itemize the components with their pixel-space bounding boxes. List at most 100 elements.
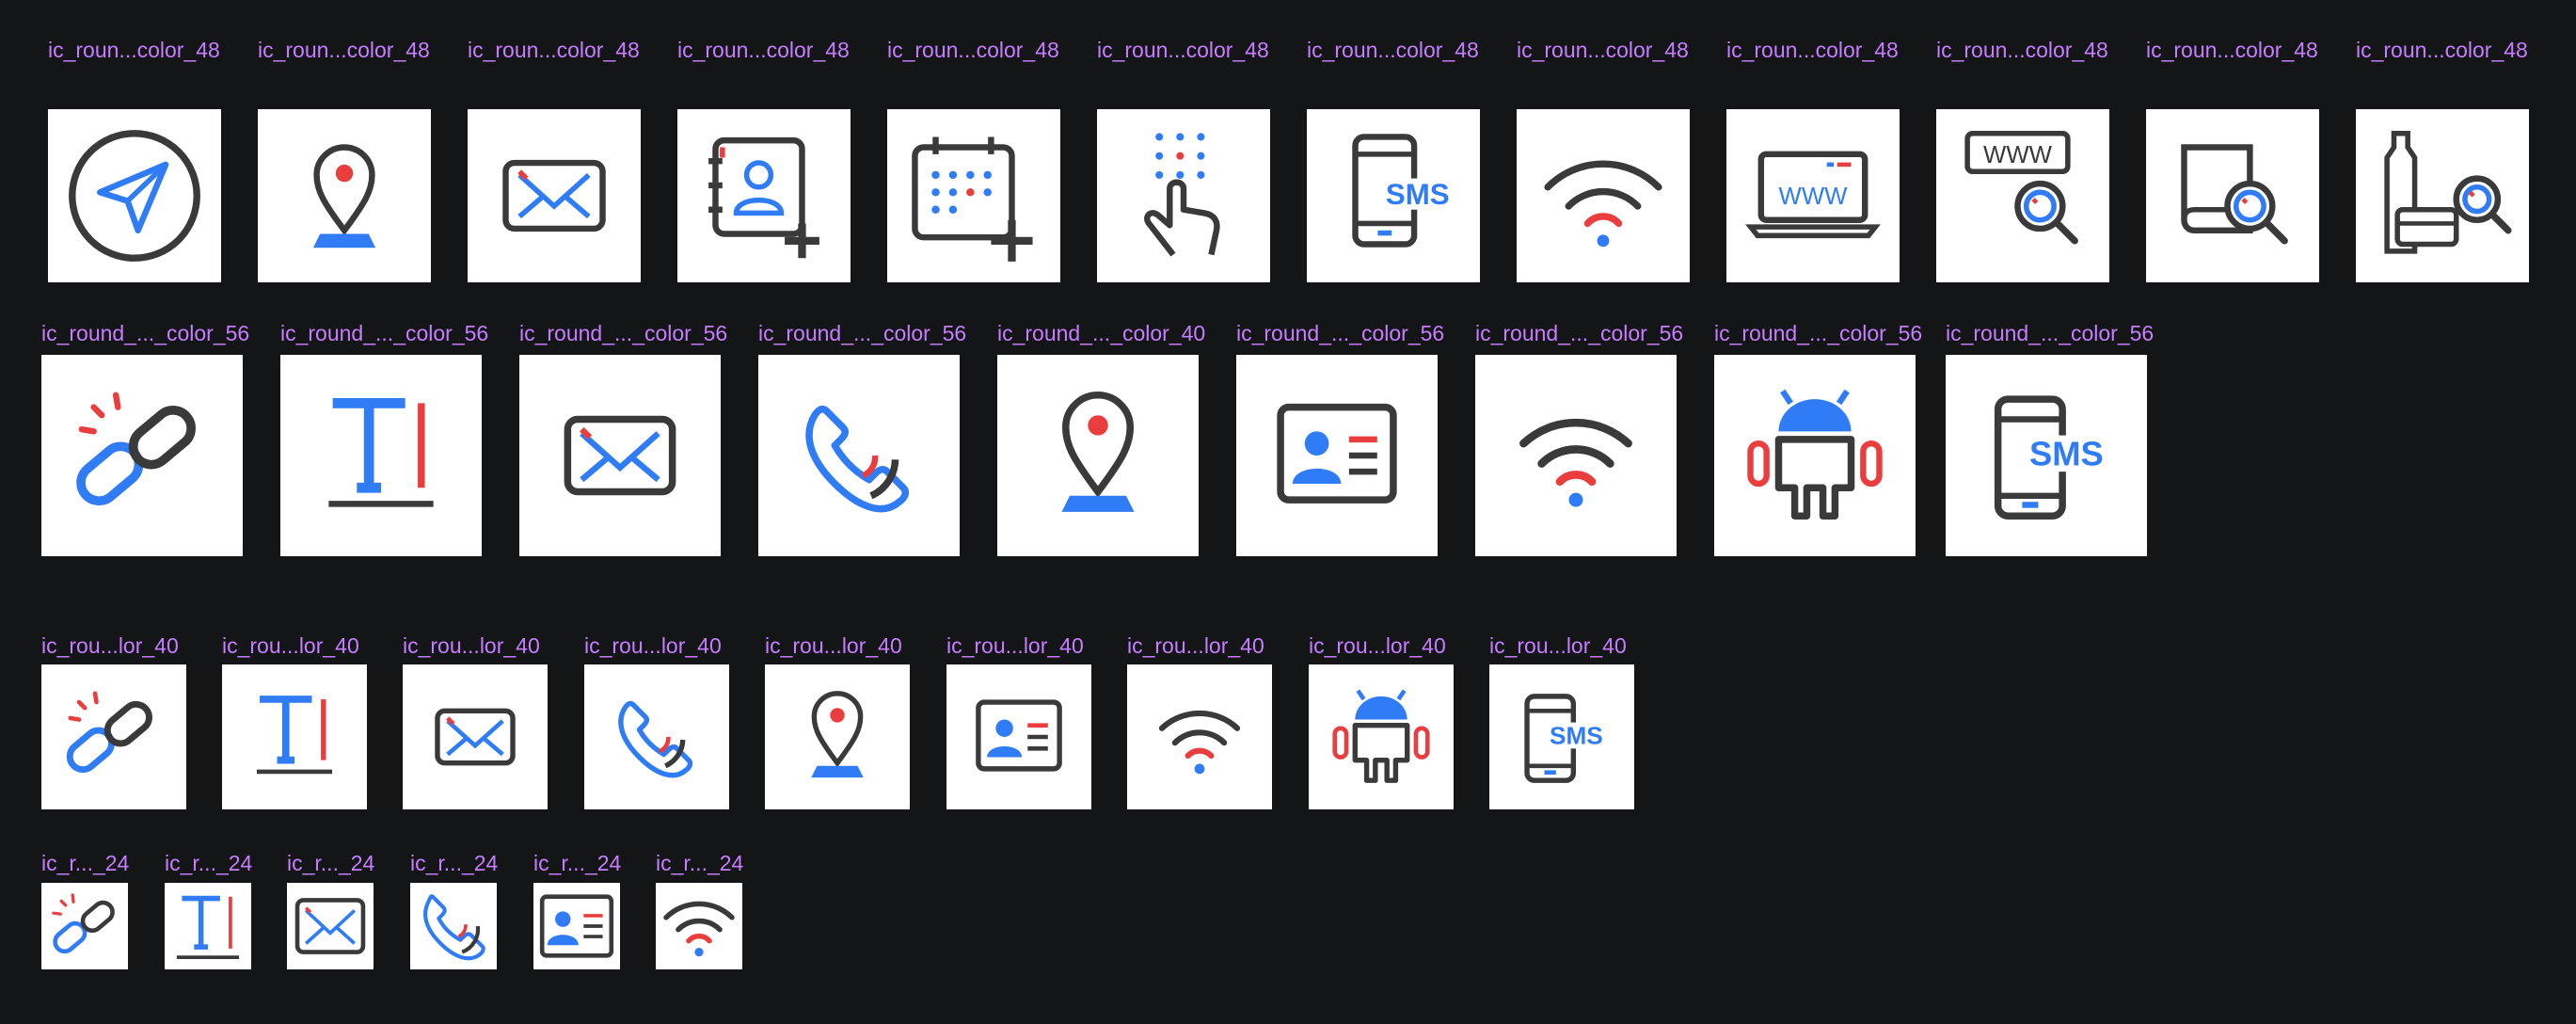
icon-frame[interactable]: ic_round_..._color_56 <box>1714 321 1922 556</box>
icon-frame[interactable]: ic_rou...lor_40 <box>41 633 187 809</box>
frame-label: ic_roun...color_48 <box>258 38 430 62</box>
icon-frame[interactable]: ic_roun...color_48 <box>468 38 642 282</box>
icon-frame[interactable]: ic_round_..._color_56 <box>1475 321 1683 556</box>
frame-label: ic_roun...color_48 <box>1307 38 1479 62</box>
icon-tile <box>656 883 742 969</box>
icon-frame[interactable]: ic_roun...color_48 <box>258 38 432 282</box>
icon-frame[interactable]: ic_r..._24 <box>656 851 743 969</box>
frame-label: ic_round_..._color_56 <box>758 321 967 345</box>
icon-frame[interactable]: ic_r..._24 <box>165 851 252 969</box>
frame-label: ic_round_..._color_56 <box>1946 321 2155 345</box>
www-text: WWW <box>1983 142 2053 168</box>
icon-tile <box>403 664 548 809</box>
icon-tile <box>1236 355 1438 556</box>
icon-frame[interactable]: ic_round_..._color_56 <box>519 321 727 556</box>
frame-label: ic_rou...lor_40 <box>1489 633 1627 658</box>
frame-label: ic_r..._24 <box>165 851 253 875</box>
icon-frame[interactable]: ic_round_..._color_56 SMS <box>1946 321 2154 556</box>
icon-frame[interactable]: ic_roun...color_48 <box>677 38 851 282</box>
icon-tile <box>887 109 1060 282</box>
icon-frame[interactable]: ic_rou...lor_40 <box>222 633 368 809</box>
icon-frame[interactable]: ic_rou...lor_40 <box>1127 633 1273 809</box>
icon-frame[interactable]: ic_r..._24 <box>287 851 374 969</box>
canvas: { "colors": {"background":"#141517","lab… <box>0 0 2576 1024</box>
icon-frame[interactable]: ic_roun...color_48 WWW <box>1936 38 2110 282</box>
frame-label: ic_round_..._color_56 <box>519 321 728 345</box>
icon-tile <box>519 355 721 556</box>
icon-tile: WWW <box>1726 109 1900 282</box>
icon-tile <box>258 109 431 282</box>
frame-label: ic_r..._24 <box>41 851 130 875</box>
icon-frame[interactable]: ic_rou...lor_40 SMS <box>1489 633 1635 809</box>
frame-label: ic_round_..._color_56 <box>1236 321 1445 345</box>
www-text: WWW <box>1779 184 1849 210</box>
icon-frame[interactable]: ic_roun...color_48 SMS <box>1307 38 1481 282</box>
icon-frame[interactable]: ic_r..._24 <box>533 851 621 969</box>
frame-label: ic_r..._24 <box>287 851 375 875</box>
icon-frame[interactable]: ic_rou...lor_40 <box>1309 633 1455 809</box>
icon-frame[interactable]: ic_roun...color_48 <box>2146 38 2320 282</box>
icon-tile <box>41 883 128 969</box>
icon-tile <box>1127 664 1272 809</box>
icon-frame[interactable]: ic_round_..._color_56 <box>280 321 488 556</box>
icon-tile <box>280 355 482 556</box>
icon-tile <box>1475 355 1677 556</box>
icon-frame[interactable]: ic_r..._24 <box>41 851 129 969</box>
icon-frame[interactable]: ic_roun...color_48 WWW <box>1726 38 1900 282</box>
frame-label: ic_round_..._color_56 <box>1475 321 1684 345</box>
icon-tile <box>2146 109 2319 282</box>
icon-frame[interactable]: ic_r..._24 <box>410 851 498 969</box>
frame-label: ic_roun...color_48 <box>1936 38 2108 62</box>
icon-frame[interactable]: ic_round_..._color_56 <box>758 321 966 556</box>
icon-frame[interactable]: ic_rou...lor_40 <box>403 633 549 809</box>
icon-frame[interactable]: ic_rou...lor_40 <box>584 633 730 809</box>
frame-label: ic_r..._24 <box>656 851 744 875</box>
frame-label: ic_round_..._color_40 <box>997 321 1206 345</box>
frame-label: ic_rou...lor_40 <box>584 633 722 658</box>
icon-tile <box>584 664 729 809</box>
icon-tile <box>41 664 186 809</box>
frame-label: ic_roun...color_48 <box>2356 38 2528 62</box>
icon-frame[interactable]: ic_roun...color_48 <box>1097 38 1271 282</box>
icon-tile <box>997 355 1199 556</box>
icon-frame[interactable]: ic_rou...lor_40 <box>946 633 1092 809</box>
sms-text: SMS <box>2029 435 2104 473</box>
frame-label: ic_roun...color_48 <box>1517 38 1689 62</box>
icon-tile <box>287 883 374 969</box>
frame-label: ic_rou...lor_40 <box>41 633 179 658</box>
icon-frame[interactable]: ic_roun...color_48 <box>48 38 222 282</box>
icon-tile <box>1097 109 1270 282</box>
icon-tile <box>165 883 251 969</box>
icon-frame[interactable]: ic_roun...color_48 <box>2356 38 2530 282</box>
icon-tile: SMS <box>1307 109 1480 282</box>
frame-label: ic_roun...color_48 <box>1726 38 1899 62</box>
icon-frame[interactable]: ic_round_..._color_40 <box>997 321 1205 556</box>
frame-label: ic_rou...lor_40 <box>946 633 1084 658</box>
icon-frame[interactable]: ic_round_..._color_56 <box>41 321 249 556</box>
frame-label: ic_rou...lor_40 <box>222 633 359 658</box>
icon-frame[interactable]: ic_round_..._color_56 <box>1236 321 1444 556</box>
sms-text: SMS <box>1550 722 1603 750</box>
icon-tile <box>1309 664 1454 809</box>
icon-tile <box>1517 109 1690 282</box>
frame-label: ic_roun...color_48 <box>48 38 220 62</box>
frame-label: ic_r..._24 <box>533 851 622 875</box>
icon-frame[interactable]: ic_roun...color_48 <box>887 38 1061 282</box>
frame-label: ic_r..._24 <box>410 851 499 875</box>
icon-tile <box>48 109 221 282</box>
icon-tile: SMS <box>1946 355 2147 556</box>
frame-label: ic_roun...color_48 <box>468 38 640 62</box>
icon-tile <box>2356 109 2529 282</box>
icon-tile <box>468 109 641 282</box>
icon-frame[interactable]: ic_roun...color_48 <box>1517 38 1691 282</box>
icon-tile <box>946 664 1091 809</box>
icon-tile <box>222 664 367 809</box>
frame-label: ic_rou...lor_40 <box>1127 633 1264 658</box>
frame-label: ic_roun...color_48 <box>1097 38 1269 62</box>
frame-label: ic_roun...color_48 <box>887 38 1059 62</box>
frame-label: ic_round_..._color_56 <box>1714 321 1923 345</box>
icon-tile <box>758 355 960 556</box>
sms-text: SMS <box>1386 178 1450 211</box>
frame-label: ic_rou...lor_40 <box>1309 633 1446 658</box>
icon-frame[interactable]: ic_rou...lor_40 <box>765 633 911 809</box>
